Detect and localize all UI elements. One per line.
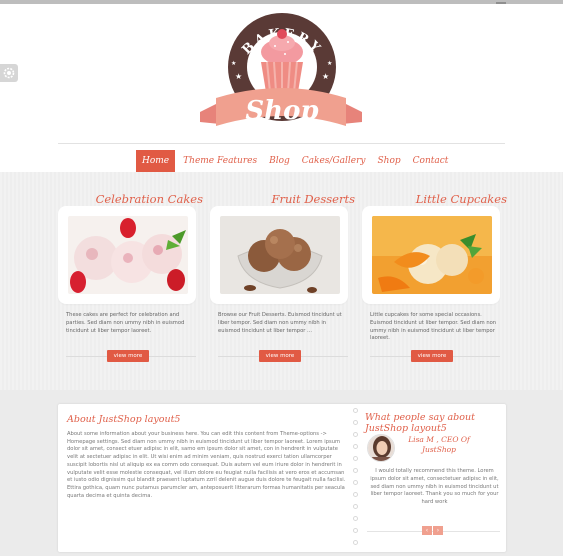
testimonial-author: Lisa M , CEO Of JustShop bbox=[396, 435, 482, 455]
chocolate-ice-cream-icon[interactable] bbox=[220, 216, 340, 294]
feature-photo-frame bbox=[60, 208, 194, 302]
feature-photo-frame bbox=[364, 208, 498, 302]
author-company: JustShop bbox=[422, 445, 456, 454]
about-title: About JustShop layout5 bbox=[67, 414, 181, 425]
strawberry-ice-cream-icon[interactable] bbox=[68, 216, 188, 294]
logo-ribbon-text: Shop bbox=[245, 96, 318, 126]
svg-text:★: ★ bbox=[322, 72, 329, 81]
author-name: Lisa M , CEO Of bbox=[408, 435, 470, 444]
nav-item-blog[interactable]: Blog bbox=[263, 150, 296, 173]
svg-text:★: ★ bbox=[231, 60, 236, 67]
feature-description: These cakes are perfect for celebration … bbox=[66, 312, 185, 334]
header-divider bbox=[58, 143, 505, 144]
feature-description: Little cupcakes for some special occasio… bbox=[370, 312, 497, 342]
testimonial-quote: I would totally recommend this theme. Lo… bbox=[370, 468, 499, 506]
svg-text:★: ★ bbox=[235, 72, 242, 81]
view-more-button[interactable]: view more bbox=[411, 350, 453, 362]
bakery-shop-logo[interactable]: BAKERY ★ ★ ★ ★ Shop bbox=[196, 12, 366, 142]
nav-item-theme-features[interactable]: Theme Features bbox=[177, 150, 263, 173]
feature-title[interactable]: Celebration Cakes bbox=[96, 192, 203, 206]
svg-text:★: ★ bbox=[327, 60, 332, 67]
nav-item-shop[interactable]: Shop bbox=[371, 150, 406, 173]
feature-title[interactable]: Fruit Desserts bbox=[272, 192, 356, 206]
features-section: Celebration Cakes These cakes are perfec… bbox=[0, 172, 563, 390]
style-switcher-gear-icon[interactable] bbox=[0, 64, 18, 82]
site-header: BAKERY ★ ★ ★ ★ Shop Home Theme Features … bbox=[0, 4, 563, 173]
nav-item-home[interactable]: Home bbox=[136, 150, 176, 173]
dotted-divider bbox=[352, 408, 360, 550]
prev-arrow-icon[interactable]: ‹ bbox=[422, 526, 432, 535]
view-more-button[interactable]: view more bbox=[259, 350, 301, 362]
bottom-panel: About JustShop layout5 About some inform… bbox=[58, 404, 506, 552]
fruit-sorbet-icon[interactable] bbox=[372, 216, 492, 294]
next-arrow-icon[interactable]: › bbox=[433, 526, 443, 535]
avatar bbox=[367, 434, 395, 462]
testimonials-title: What people say about JustShop layout5 bbox=[365, 412, 475, 434]
feature-title[interactable]: Little Cupcakes bbox=[416, 192, 507, 206]
nav-item-contact[interactable]: Contact bbox=[407, 150, 455, 173]
testimonial-slider-controls: ‹ › bbox=[422, 526, 443, 535]
nav-item-cakes-gallery[interactable]: Cakes/Gallery bbox=[296, 150, 372, 173]
about-text: About some information about your busine… bbox=[67, 431, 346, 499]
main-nav: Home Theme Features Blog Cakes/Gallery S… bbox=[136, 150, 454, 173]
feature-description: Browse our Fruit Desserts. Euismod tinci… bbox=[218, 312, 342, 334]
view-more-button[interactable]: view more bbox=[107, 350, 149, 362]
feature-photo-frame bbox=[212, 208, 346, 302]
